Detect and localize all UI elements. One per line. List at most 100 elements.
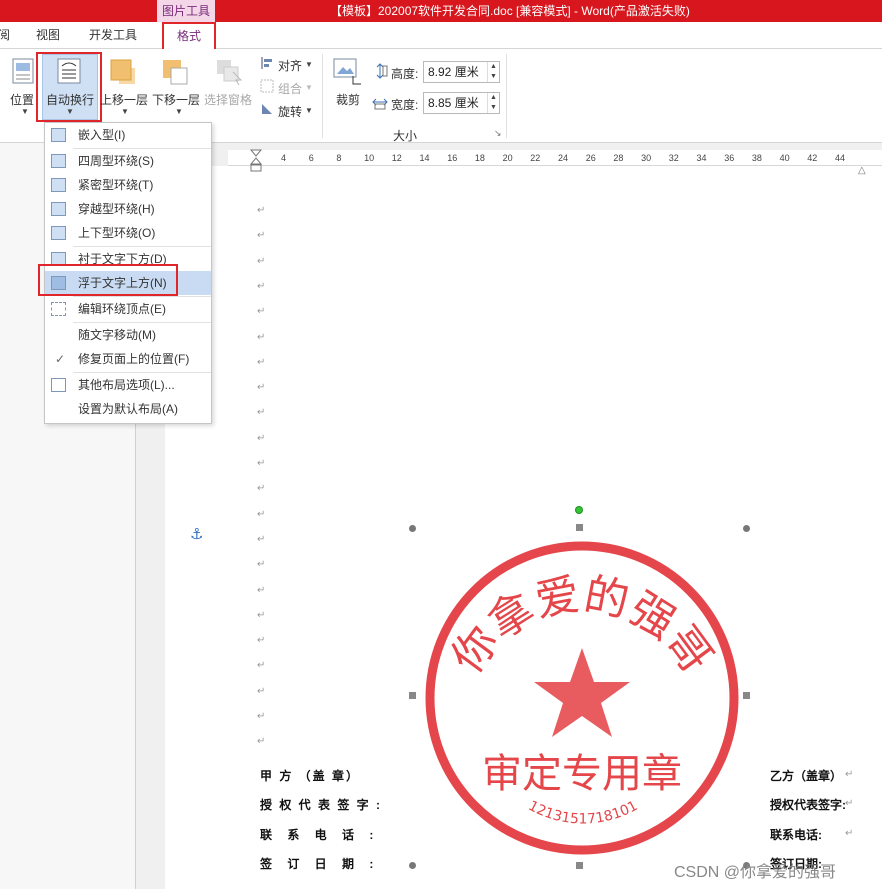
rotate-handle[interactable] — [575, 506, 583, 514]
menu-item-through[interactable]: 穿越型环绕(H) — [45, 197, 211, 221]
resize-handle-right[interactable] — [743, 692, 750, 699]
horizontal-ruler[interactable]: 4 6 8 10 12 14 16 18 20 22 24 26 28 30 32 34 36 38 40 42 44 — [228, 150, 882, 166]
picture-tools-group-label: 图片工具 — [156, 0, 216, 22]
width-stepper[interactable]: ▲ ▼ — [487, 93, 499, 113]
selection-pane-label: 选择窗格 — [204, 93, 253, 107]
resize-handle-top-left[interactable] — [409, 525, 416, 532]
menu-item-fix-position[interactable]: ✓ 修复页面上的位置(F) — [45, 347, 211, 371]
in-front-of-text-icon — [51, 276, 66, 290]
through-wrap-icon — [51, 202, 66, 216]
ruler-tick-label: 4 — [281, 153, 287, 163]
rotate-label: 旋转 — [278, 105, 303, 119]
paragraph-mark: ↵ — [257, 533, 266, 545]
indent-marker-icon[interactable] — [249, 148, 263, 174]
date-a-label: 签 订 日 期 : — [260, 857, 380, 871]
menu-item-more-layout-options[interactable]: 其他布局选项(L)... — [45, 373, 211, 397]
dialog-launcher-icon[interactable]: ↘ — [494, 128, 502, 139]
group-divider — [322, 54, 323, 138]
paragraph-mark: ↵ — [257, 331, 266, 343]
ruler-tick-label: 32 — [668, 153, 679, 163]
edit-wrap-points-icon — [51, 302, 66, 316]
seal-center-text: 审定专用章 — [482, 751, 682, 797]
menu-item-inline[interactable]: 嵌入型(I) — [45, 123, 211, 147]
height-field[interactable]: 8.92 厘米 ▲ ▼ — [423, 61, 500, 83]
position-icon — [12, 58, 34, 84]
wrap-text-menu: 嵌入型(I) 四周型环绕(S) 紧密型环绕(T) 穿越型环绕(H) 上下型环绕(… — [44, 122, 212, 424]
chevron-down-icon: ▼ — [305, 60, 313, 69]
wrap-text-label: 自动换行 — [46, 93, 95, 107]
menu-item-set-default-layout[interactable]: 设置为默认布局(A) — [45, 397, 211, 421]
paragraph-mark: ↵ — [257, 685, 266, 697]
height-label: 高度: — [391, 67, 419, 81]
paragraph-mark: ↵ — [257, 432, 266, 444]
group-label: 组合 — [278, 82, 303, 96]
tab-format[interactable]: 格式 — [162, 22, 216, 50]
selection-pane-icon — [217, 60, 243, 86]
ruler-tick-label: 8 — [336, 153, 342, 163]
menu-item-square[interactable]: 四周型环绕(S) — [45, 149, 211, 173]
tab-view[interactable]: 视图 — [36, 26, 60, 43]
ruler-tick-label: 24 — [558, 153, 569, 163]
height-stepper[interactable]: ▲ ▼ — [487, 62, 499, 82]
bring-forward-label: 上移一层 — [100, 93, 149, 107]
tab-developer[interactable]: 开发工具 — [89, 26, 137, 43]
ruler-tick-label: 26 — [585, 153, 596, 163]
bring-forward-icon — [110, 59, 135, 84]
paragraph-mark: ↵ — [845, 828, 854, 839]
resize-handle-top[interactable] — [576, 524, 583, 531]
paragraph-mark: ↵ — [845, 769, 854, 780]
tab-review[interactable]: 阅 — [0, 26, 10, 43]
chevron-down-icon: ▼ — [66, 107, 74, 116]
ruler-tick-label: 40 — [779, 153, 790, 163]
paragraph-mark: ↵ — [257, 205, 266, 216]
menu-item-in-front-of-text[interactable]: 浮于文字上方(N) — [45, 271, 211, 295]
paragraph-mark: ↵ — [257, 306, 266, 318]
width-icon — [372, 98, 388, 110]
seal-number-text: 1213151718101 — [526, 798, 641, 828]
menu-item-top-bottom[interactable]: 上下型环绕(O) — [45, 221, 211, 245]
menu-item-move-with-text[interactable]: 随文字移动(M) — [45, 323, 211, 347]
ruler-tick-label: 20 — [502, 153, 513, 163]
menu-item-behind-text[interactable]: 衬于文字下方(D) — [45, 247, 211, 271]
width-label: 宽度: — [391, 98, 419, 112]
paragraph-mark: ↵ — [257, 660, 266, 672]
ruler-tick-label: 30 — [641, 153, 652, 163]
watermark-text: CSDN @你拿爱的强哥 — [674, 864, 837, 881]
crop-label: 裁剪 — [336, 93, 361, 107]
width-field[interactable]: 8.85 厘米 ▲ ▼ — [423, 92, 500, 114]
resize-handle-top-right[interactable] — [743, 525, 750, 532]
right-indent-marker-icon[interactable]: △ — [858, 165, 866, 176]
send-backward-icon — [163, 60, 188, 85]
seal-image[interactable]: 你拿爱的强哥 审定专用章 1213151718101 — [412, 512, 748, 866]
ruler-tick-label: 36 — [724, 153, 735, 163]
paragraph-mark: ↵ — [257, 609, 266, 621]
paragraph-mark: ↵ — [257, 736, 266, 748]
paragraph-mark: ↵ — [257, 584, 266, 596]
height-value: 8.92 厘米 — [428, 65, 479, 79]
ruler-tick-label: 14 — [419, 153, 430, 163]
wrap-text-icon — [57, 58, 81, 84]
ruler-tick-label: 38 — [751, 153, 762, 163]
size-group-label: 大小 — [393, 129, 418, 143]
position-label: 位置 — [10, 93, 35, 107]
crop-icon — [333, 58, 361, 85]
paragraph-mark: ↵ — [257, 483, 266, 495]
ruler-tick-label: 22 — [530, 153, 541, 163]
menu-item-tight[interactable]: 紧密型环绕(T) — [45, 173, 211, 197]
square-wrap-icon — [51, 154, 66, 168]
paragraph-mark: ↵ — [257, 356, 266, 368]
menu-item-edit-wrap-points[interactable]: 编辑环绕顶点(E) — [45, 297, 211, 321]
paragraph-mark: ↵ — [845, 798, 854, 809]
paragraph-mark: ↵ — [257, 280, 266, 292]
chevron-down-icon: ▼ — [305, 106, 313, 115]
resize-handle-bottom[interactable] — [576, 862, 583, 869]
align-icon — [261, 57, 272, 69]
resize-handle-bottom-left[interactable] — [409, 862, 416, 869]
authorized-b-label: 授权代表签字: — [770, 798, 846, 812]
paragraph-mark: ↵ — [257, 711, 266, 722]
resize-handle-left[interactable] — [409, 692, 416, 699]
rotate-icon — [262, 104, 272, 114]
anchor-icon[interactable]: ⚓ — [190, 525, 203, 543]
ruler-tick-label: 10 — [364, 153, 375, 163]
paragraph-mark: ↵ — [257, 255, 266, 267]
